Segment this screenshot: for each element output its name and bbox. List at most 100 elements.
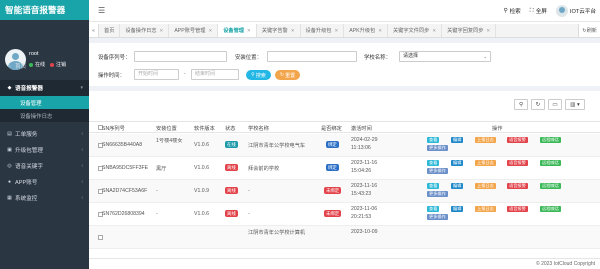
- voice-alarm-button[interactable]: 语音报警: [507, 160, 528, 166]
- home-icon: ⌂: [7, 62, 12, 69]
- cell-school: 江阴市青年公学校计算机: [248, 230, 306, 236]
- menu-toggle-icon[interactable]: ☰: [98, 6, 105, 15]
- view-button[interactable]: 查看: [427, 183, 440, 189]
- range-dash: -: [184, 71, 186, 77]
- filter-panel: 设备序列号： 安装位置： 学校名称： 请选择 ⌄ 操作时间： 开始时间 - 结束…: [89, 43, 600, 86]
- search-button[interactable]: ⚲ 搜索: [246, 70, 271, 80]
- bind-badge: 未绑定: [324, 210, 342, 217]
- cell-version: V1.0.6: [194, 211, 209, 217]
- close-icon[interactable]: ✕: [160, 28, 164, 34]
- tab-label: 设备操作日志: [125, 28, 157, 34]
- tab-label: APK升级包: [349, 28, 376, 34]
- table-row[interactable]: SN66635B440A8 1号楼4楼女 V1.0.6 在线 江阴市青年公学校电…: [89, 134, 600, 157]
- close-icon[interactable]: ✕: [378, 28, 382, 34]
- tab-apk-upgrade[interactable]: APK升级包 ✕: [344, 24, 388, 37]
- cell-school: 江阴市青年公学校电气车: [248, 143, 306, 149]
- refresh-tab-button[interactable]: ↻ 刷新: [578, 24, 600, 37]
- sidebar-item-app-account[interactable]: ● APP账号 ‹: [0, 174, 89, 190]
- tab-app-account[interactable]: APP账号管理 ✕: [169, 24, 219, 37]
- bind-badge: 绑定: [326, 141, 339, 148]
- voice-alarm-button[interactable]: 语音报警: [507, 137, 528, 143]
- sidebar-sub-device-manage[interactable]: 设备管理: [0, 96, 89, 109]
- refresh-button[interactable]: ↻: [531, 99, 545, 110]
- edit-button[interactable]: 编辑: [451, 183, 464, 189]
- tab-device-upgrade[interactable]: 设备升级包 ✕: [301, 24, 345, 37]
- chevron-left-icon: ‹: [81, 131, 83, 137]
- chevron-left-icon: ‹: [81, 147, 83, 153]
- fullscreen-button[interactable]: ⛶ 全屏: [530, 7, 547, 16]
- toggle-view-button[interactable]: ▭: [548, 99, 562, 110]
- sidebar-item-voice-alarm[interactable]: ◆ 语音报警器 ▾: [0, 80, 89, 96]
- edit-button[interactable]: 编辑: [451, 137, 464, 143]
- keyword-icon: ◎: [7, 162, 12, 169]
- tab-keyword-sync[interactable]: 关键字文件同步 ✕: [388, 24, 443, 37]
- more-actions-button[interactable]: 更多操作: [427, 214, 448, 220]
- view-button[interactable]: 查看: [427, 160, 440, 166]
- remote-call-button[interactable]: 远程喊话: [540, 137, 561, 143]
- cell-sn: SN762D26808394: [102, 211, 145, 217]
- close-icon[interactable]: ✕: [432, 28, 436, 34]
- location-input[interactable]: [267, 51, 357, 62]
- sidebar-sub-label: 设备管理: [20, 100, 42, 107]
- close-icon[interactable]: ✕: [486, 28, 490, 34]
- sidebar-item-home[interactable]: ⌂ 首页: [0, 58, 89, 74]
- tab-home[interactable]: 首页: [99, 24, 121, 37]
- remote-call-button[interactable]: 远程喊话: [540, 160, 561, 166]
- sidebar-item-upgrade[interactable]: ▣ 升级包管理 ‹: [0, 142, 89, 158]
- close-icon[interactable]: ✕: [291, 28, 295, 34]
- avatar: [555, 5, 568, 17]
- chevron-left-icon: ‹: [81, 163, 83, 169]
- row-checkbox[interactable]: [98, 235, 103, 240]
- chevron-down-icon: ▾: [80, 85, 83, 91]
- more-actions-button[interactable]: 更多操作: [427, 191, 448, 197]
- log-button[interactable]: 上报日志: [475, 206, 496, 212]
- reset-icon: ↻: [279, 72, 285, 78]
- view-button[interactable]: 查看: [427, 206, 440, 212]
- sidebar-sub-device-log[interactable]: 设备操作日志: [0, 109, 89, 122]
- table-row[interactable]: SNBA95DC5FF3FE 黑厅 V1.0.6 离线 拜会前的学校 绑定 20…: [89, 157, 600, 180]
- log-button[interactable]: 上报日志: [475, 160, 496, 166]
- monitor-icon: ▦: [7, 194, 12, 201]
- tab-device-log[interactable]: 设备操作日志 ✕: [120, 24, 170, 37]
- tab-label: 设备升级包: [305, 28, 332, 34]
- sidebar-item-label: 升级包管理: [15, 148, 43, 154]
- tab-device-manage[interactable]: 设备管理 ✕: [218, 24, 257, 37]
- cell-sn: SNA2D74CF53A6F: [102, 188, 148, 194]
- edit-button[interactable]: 编辑: [451, 206, 464, 212]
- sidebar-item-keywords[interactable]: ◎ 语音关键字 ‹: [0, 158, 89, 174]
- remote-call-button[interactable]: 远程喊话: [540, 183, 561, 189]
- more-actions-button[interactable]: 更多操作: [427, 145, 448, 151]
- table-row[interactable]: SN762D26808394 - V1.0.6 离线 - 未绑定 2023-11…: [89, 203, 600, 226]
- voice-alarm-button[interactable]: 语音报警: [507, 206, 528, 212]
- more-actions-button[interactable]: 更多操作: [427, 168, 448, 174]
- serial-input[interactable]: [134, 51, 227, 62]
- edit-button[interactable]: 编辑: [451, 160, 464, 166]
- fullscreen-label: 全屏: [535, 9, 547, 15]
- columns-button[interactable]: ▥ ▾: [565, 99, 585, 110]
- remote-call-button[interactable]: 远程喊话: [540, 206, 561, 212]
- search-button[interactable]: ⚲ 检索: [503, 7, 520, 15]
- close-icon[interactable]: ✕: [208, 28, 212, 34]
- sidebar-item-monitor[interactable]: ▦ 系统监控 ‹: [0, 190, 89, 206]
- reset-button[interactable]: ↻ 重置: [275, 70, 300, 80]
- tab-keyword-alarm[interactable]: 关键字告警 ✕: [257, 24, 301, 37]
- voice-alarm-button[interactable]: 语音报警: [507, 183, 528, 189]
- log-button[interactable]: 上报日志: [475, 137, 496, 143]
- close-icon[interactable]: ✕: [247, 28, 251, 34]
- tab-label: 设备管理: [223, 28, 244, 34]
- view-button[interactable]: 查看: [427, 137, 440, 143]
- tab-keyword-reply[interactable]: 关键字回复同步 ✕: [442, 24, 497, 37]
- sidebar-item-label: APP账号: [15, 180, 38, 186]
- table-row[interactable]: SNA2D74CF53A6F - V1.0.9 离线 - 未绑定 2023-11…: [89, 180, 600, 203]
- tab-scroll-left-icon[interactable]: «: [89, 24, 99, 37]
- table-row[interactable]: 江阴市青年公学校计算机 2023-10-09: [89, 226, 600, 249]
- sidebar-item-tickets[interactable]: ▤ 工单服务 ‹: [0, 126, 89, 142]
- school-select[interactable]: 请选择 ⌄: [399, 51, 491, 62]
- end-time-input[interactable]: 结束时间: [191, 69, 239, 80]
- start-time-input[interactable]: 开始时间: [134, 69, 179, 80]
- search-toggle-button[interactable]: ⚲: [514, 99, 528, 110]
- user-menu[interactable]: IOT云平台: [555, 5, 596, 17]
- close-icon[interactable]: ✕: [334, 28, 338, 34]
- log-button[interactable]: 上报日志: [475, 183, 496, 189]
- cell-school: 拜会前的学校: [248, 166, 280, 172]
